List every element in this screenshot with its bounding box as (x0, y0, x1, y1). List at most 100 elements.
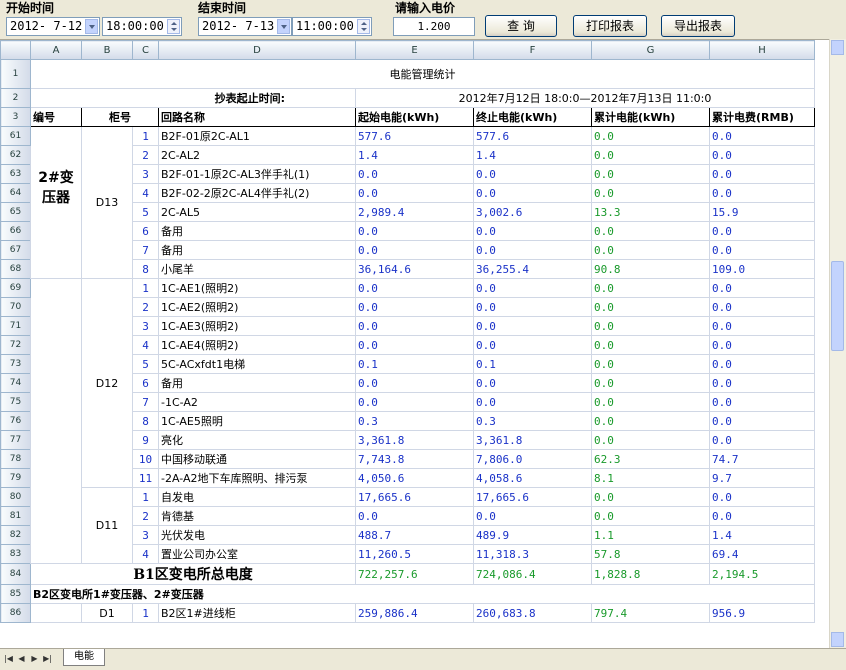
start-energy[interactable]: 11,260.5 (355, 544, 474, 564)
circuit-name[interactable]: -1C-A2 (158, 392, 356, 412)
scroll-up-icon[interactable] (831, 40, 844, 55)
row-number[interactable]: 86 (0, 603, 31, 623)
total-energy[interactable]: 0.0 (591, 240, 710, 260)
total-cost[interactable]: 956.9 (709, 603, 815, 623)
row-number[interactable]: 3 (0, 107, 31, 127)
start-energy[interactable]: 0.1 (355, 354, 474, 374)
start-energy[interactable]: 0.0 (355, 335, 474, 355)
start-date-picker[interactable]: 2012- 7-12 (6, 17, 100, 36)
start-energy[interactable]: 0.3 (355, 411, 474, 431)
header-cabinet[interactable]: 柜号 (81, 107, 159, 127)
start-energy[interactable]: 577.6 (355, 126, 474, 146)
column-header-h[interactable]: H (709, 40, 815, 60)
end-energy[interactable]: 4,058.6 (473, 468, 592, 488)
start-energy[interactable]: 0.0 (355, 297, 474, 317)
total-energy[interactable]: 0.0 (591, 506, 710, 526)
total-energy[interactable]: 0.0 (591, 183, 710, 203)
end-energy[interactable]: 3,361.8 (473, 430, 592, 450)
total-energy[interactable]: 0.0 (591, 164, 710, 184)
circuit-name[interactable]: 2C-AL5 (158, 202, 356, 222)
cabinet-group-d1[interactable]: D1 (81, 603, 133, 623)
circuit-number[interactable]: 7 (132, 392, 159, 412)
circuit-number[interactable]: 9 (132, 430, 159, 450)
end-energy[interactable]: 0.0 (473, 297, 592, 317)
end-energy[interactable]: 17,665.6 (473, 487, 592, 507)
start-energy[interactable]: 0.0 (355, 240, 474, 260)
circuit-name[interactable]: 备用 (158, 240, 356, 260)
circuit-number[interactable]: 3 (132, 316, 159, 336)
end-energy[interactable]: 0.0 (473, 278, 592, 298)
column-header-b[interactable]: B (81, 40, 133, 60)
circuit-number[interactable]: 4 (132, 335, 159, 355)
start-energy[interactable]: 488.7 (355, 525, 474, 545)
end-energy[interactable]: 0.0 (473, 240, 592, 260)
row-number[interactable]: 62 (0, 145, 31, 165)
cabinet-group-d12[interactable]: D12 (81, 278, 133, 488)
circuit-name[interactable]: 自发电 (158, 487, 356, 507)
row-number[interactable]: 79 (0, 468, 31, 488)
circuit-number[interactable]: 4 (132, 544, 159, 564)
end-energy[interactable]: 11,318.3 (473, 544, 592, 564)
row-number[interactable]: 84 (0, 563, 31, 585)
total-energy[interactable]: 0.0 (591, 297, 710, 317)
cabinet-group-d11[interactable]: D11 (81, 487, 133, 564)
sheet-tab-energy[interactable]: 电能 (63, 649, 105, 666)
total-energy[interactable]: 0.0 (591, 411, 710, 431)
total-energy[interactable]: 0.0 (591, 335, 710, 355)
circuit-number[interactable]: 7 (132, 240, 159, 260)
spreadsheet[interactable]: A B C D E F G H 1 电能管理统计 2 抄表起止时间: 2012年… (0, 39, 830, 649)
circuit-number[interactable]: 8 (132, 411, 159, 431)
section-label[interactable]: B2区变电所1#变压器、2#变压器 (30, 584, 815, 604)
end-energy[interactable]: 577.6 (473, 126, 592, 146)
start-energy[interactable]: 0.0 (355, 164, 474, 184)
header-total-cost[interactable]: 累计电费(RMB) (709, 107, 815, 127)
total-energy[interactable]: 0.0 (591, 487, 710, 507)
print-report-button[interactable]: 打印报表 (573, 15, 647, 37)
total-energy[interactable]: 0.0 (591, 316, 710, 336)
next-sheet-icon[interactable]: ▶ (29, 653, 40, 664)
start-energy[interactable]: 17,665.6 (355, 487, 474, 507)
end-energy[interactable]: 0.0 (473, 316, 592, 336)
total-cost[interactable]: 0.0 (709, 411, 815, 431)
row-number[interactable]: 73 (0, 354, 31, 374)
end-energy[interactable]: 0.0 (473, 221, 592, 241)
empty-cell[interactable] (30, 603, 82, 623)
end-energy[interactable]: 0.0 (473, 164, 592, 184)
total-cost[interactable]: 0.0 (709, 297, 815, 317)
total-energy[interactable]: 0.0 (591, 373, 710, 393)
circuit-name[interactable]: 肯德基 (158, 506, 356, 526)
first-sheet-icon[interactable]: |◀ (3, 653, 14, 664)
circuit-number[interactable]: 1 (132, 278, 159, 298)
last-sheet-icon[interactable]: ▶| (42, 653, 53, 664)
row-number[interactable]: 74 (0, 373, 31, 393)
row-number[interactable]: 81 (0, 506, 31, 526)
period-value[interactable]: 2012年7月12日 18:0:0—2012年7月13日 11:0:0 (355, 88, 815, 108)
row-number[interactable]: 71 (0, 316, 31, 336)
total-cost[interactable]: 0.0 (709, 145, 815, 165)
total-energy[interactable]: 90.8 (591, 259, 710, 279)
circuit-number[interactable]: 4 (132, 183, 159, 203)
total-energy[interactable]: 0.0 (591, 430, 710, 450)
row-number[interactable]: 76 (0, 411, 31, 431)
row-number[interactable]: 64 (0, 183, 31, 203)
row-number[interactable]: 1 (0, 59, 31, 89)
scroll-down-icon[interactable] (831, 632, 844, 647)
header-end-energy[interactable]: 终止电能(kWh) (473, 107, 592, 127)
column-header-c[interactable]: C (132, 40, 159, 60)
total-cost[interactable]: 9.7 (709, 468, 815, 488)
start-energy[interactable]: 259,886.4 (355, 603, 474, 623)
cabinet-group-d13[interactable]: D13 (81, 126, 133, 279)
column-header-g[interactable]: G (591, 40, 710, 60)
total-total-cost[interactable]: 2,194.5 (709, 563, 815, 585)
total-cost[interactable]: 109.0 (709, 259, 815, 279)
header-id[interactable]: 编号 (30, 107, 82, 127)
header-start-energy[interactable]: 起始电能(kWh) (355, 107, 474, 127)
end-energy[interactable]: 0.1 (473, 354, 592, 374)
end-energy[interactable]: 260,683.8 (473, 603, 592, 623)
total-energy[interactable]: 62.3 (591, 449, 710, 469)
chevron-down-icon[interactable] (277, 19, 290, 34)
total-energy[interactable]: 13.3 (591, 202, 710, 222)
column-header-a[interactable]: A (30, 40, 82, 60)
total-energy[interactable]: 0.0 (591, 221, 710, 241)
total-cost[interactable]: 0.0 (709, 373, 815, 393)
